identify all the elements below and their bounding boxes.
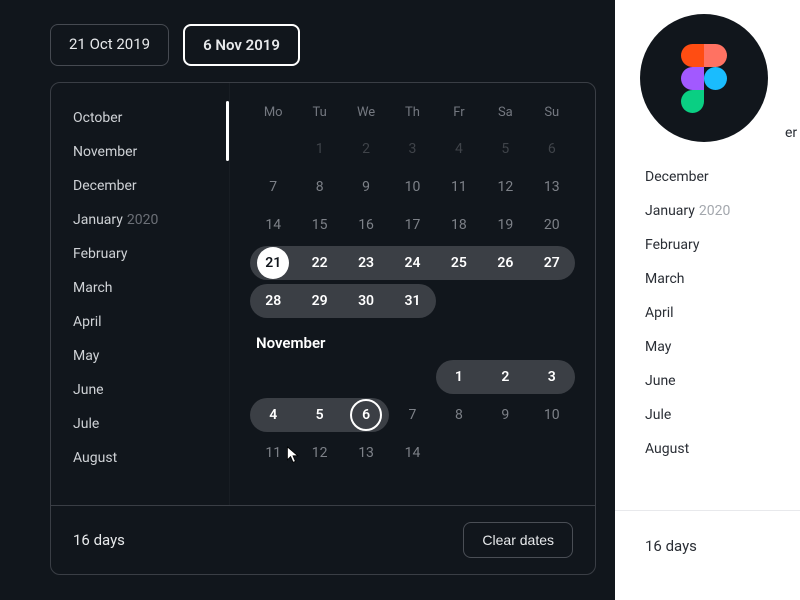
calendar-day[interactable]: 11 bbox=[436, 170, 482, 204]
figma-icon bbox=[681, 44, 727, 113]
month-list-item[interactable]: December bbox=[73, 169, 229, 203]
weekday-label: We bbox=[343, 101, 389, 124]
dark-theme-panel: 21 Oct 2019 6 Nov 2019 OctoberNovemberDe… bbox=[0, 0, 615, 600]
calendar-day[interactable]: 4 bbox=[250, 398, 296, 432]
calendar-day[interactable]: 17 bbox=[389, 208, 435, 242]
calendar-day[interactable]: 2 bbox=[343, 132, 389, 166]
month-list-item[interactable]: November bbox=[73, 135, 229, 169]
november-grid: 1234567891011121314 bbox=[250, 360, 575, 470]
light-month-item[interactable]: May bbox=[645, 330, 730, 364]
calendar-day[interactable]: 1 bbox=[436, 360, 482, 394]
calendar-day[interactable]: 13 bbox=[343, 436, 389, 470]
month-list-item[interactable]: June bbox=[73, 373, 229, 407]
selected-days-count: 16 days bbox=[73, 531, 125, 549]
calendar-day[interactable]: 25 bbox=[436, 246, 482, 280]
calendar-day[interactable]: 14 bbox=[389, 436, 435, 470]
october-grid: 1234567891011121314151617181920212223242… bbox=[250, 132, 575, 318]
november-title: November bbox=[250, 318, 575, 360]
calendar-day[interactable]: 4 bbox=[436, 132, 482, 166]
calendar-day[interactable]: 15 bbox=[296, 208, 342, 242]
month-list-item[interactable]: Jule bbox=[73, 407, 229, 441]
month-list-item[interactable]: March bbox=[73, 271, 229, 305]
calendar-day[interactable]: 22 bbox=[296, 246, 342, 280]
calendar-day[interactable]: 9 bbox=[482, 398, 528, 432]
calendar-day[interactable]: 20 bbox=[529, 208, 575, 242]
light-month-item[interactable]: February bbox=[645, 228, 730, 262]
calendar-day[interactable]: 8 bbox=[436, 398, 482, 432]
calendar-day[interactable]: 5 bbox=[296, 398, 342, 432]
light-month-list: DecemberJanuary2020FebruaryMarchAprilMay… bbox=[645, 160, 730, 466]
weekday-label: Fr bbox=[436, 101, 482, 124]
calendar-day[interactable]: 6 bbox=[343, 398, 389, 432]
weekday-header: MoTuWeThFrSaSu bbox=[250, 101, 575, 124]
calendar-day[interactable]: 24 bbox=[389, 246, 435, 280]
calendar-day[interactable]: 7 bbox=[389, 398, 435, 432]
month-list-item[interactable]: August bbox=[73, 441, 229, 475]
calendar-day[interactable]: 1 bbox=[296, 132, 342, 166]
calendar-day[interactable]: 5 bbox=[482, 132, 528, 166]
weekday-label: Sa bbox=[482, 101, 528, 124]
calendar-day[interactable]: 30 bbox=[343, 284, 389, 318]
calendar-day[interactable]: 18 bbox=[436, 208, 482, 242]
clear-dates-button[interactable]: Clear dates bbox=[463, 522, 573, 558]
month-list-item[interactable]: May bbox=[73, 339, 229, 373]
picker-footer: 16 days Clear dates bbox=[51, 505, 595, 574]
calendar-day[interactable]: 9 bbox=[343, 170, 389, 204]
calendar-day[interactable]: 21 bbox=[250, 246, 296, 280]
calendar-area: MoTuWeThFrSaSu 1234567891011121314151617… bbox=[229, 83, 595, 505]
month-scroll-list[interactable]: OctoberNovemberDecemberJanuary2020Februa… bbox=[51, 83, 229, 505]
calendar-day[interactable]: 12 bbox=[296, 436, 342, 470]
calendar-day[interactable]: 29 bbox=[296, 284, 342, 318]
calendar-day[interactable]: 27 bbox=[529, 246, 575, 280]
date-range-inputs: 21 Oct 2019 6 Nov 2019 bbox=[0, 0, 615, 66]
calendar-day[interactable]: 10 bbox=[389, 170, 435, 204]
calendar-day[interactable]: 3 bbox=[389, 132, 435, 166]
calendar-day[interactable]: 28 bbox=[250, 284, 296, 318]
calendar-day[interactable]: 19 bbox=[482, 208, 528, 242]
light-month-item[interactable]: April bbox=[645, 296, 730, 330]
light-list-peek: er bbox=[785, 125, 797, 141]
calendar-day[interactable]: 8 bbox=[296, 170, 342, 204]
calendar-day[interactable]: 10 bbox=[529, 398, 575, 432]
light-month-item[interactable]: June bbox=[645, 364, 730, 398]
calendar-day[interactable]: 13 bbox=[529, 170, 575, 204]
calendar-day[interactable]: 16 bbox=[343, 208, 389, 242]
light-month-item[interactable]: March bbox=[645, 262, 730, 296]
month-list-item[interactable]: January2020 bbox=[73, 203, 229, 237]
calendar-day[interactable]: 11 bbox=[250, 436, 296, 470]
weekday-label: Th bbox=[389, 101, 435, 124]
month-list-item[interactable]: April bbox=[73, 305, 229, 339]
light-month-item[interactable]: Jule bbox=[645, 398, 730, 432]
date-from-input[interactable]: 21 Oct 2019 bbox=[50, 24, 169, 66]
weekday-label: Mo bbox=[250, 101, 296, 124]
calendar-day[interactable]: 26 bbox=[482, 246, 528, 280]
light-days-count: 16 days bbox=[645, 537, 697, 555]
month-list-item[interactable]: October bbox=[73, 101, 229, 135]
calendar-day[interactable]: 14 bbox=[250, 208, 296, 242]
calendar-day[interactable]: 7 bbox=[250, 170, 296, 204]
calendar-day[interactable]: 2 bbox=[482, 360, 528, 394]
weekday-label: Su bbox=[529, 101, 575, 124]
calendar-day[interactable]: 12 bbox=[482, 170, 528, 204]
date-picker-popover: OctoberNovemberDecemberJanuary2020Februa… bbox=[50, 82, 596, 575]
calendar-day[interactable]: 3 bbox=[529, 360, 575, 394]
light-theme-preview: er DecemberJanuary2020FebruaryMarchApril… bbox=[615, 0, 800, 600]
weekday-label: Tu bbox=[296, 101, 342, 124]
calendar-day[interactable]: 23 bbox=[343, 246, 389, 280]
light-month-item[interactable]: January2020 bbox=[645, 194, 730, 228]
light-month-item[interactable]: August bbox=[645, 432, 730, 466]
light-month-item[interactable]: December bbox=[645, 160, 730, 194]
month-list-item[interactable]: February bbox=[73, 237, 229, 271]
calendar-day[interactable]: 6 bbox=[529, 132, 575, 166]
date-to-input[interactable]: 6 Nov 2019 bbox=[183, 24, 300, 66]
light-separator bbox=[615, 510, 800, 511]
calendar-day[interactable]: 31 bbox=[389, 284, 435, 318]
figma-badge bbox=[640, 14, 768, 142]
